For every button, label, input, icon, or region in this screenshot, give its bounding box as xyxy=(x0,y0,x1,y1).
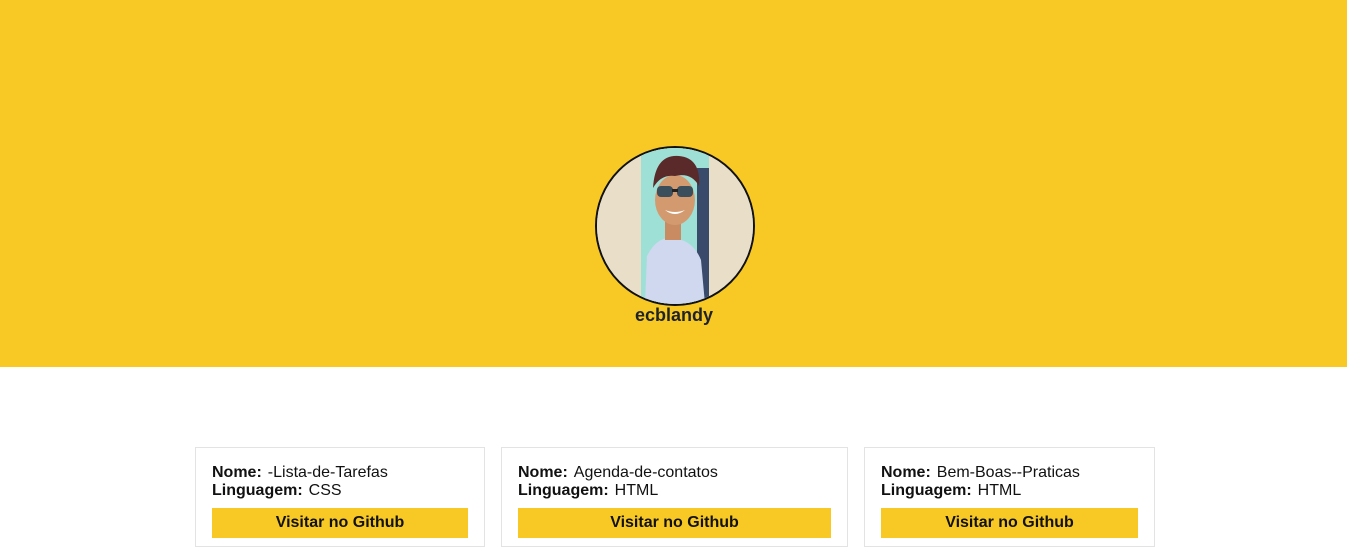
repo-language-label: Linguagem: xyxy=(881,482,972,499)
avatar-photo xyxy=(597,148,753,304)
repo-language-row: Linguagem: HTML xyxy=(881,482,1021,500)
repo-name: Agenda-de-contatos xyxy=(573,464,718,481)
repo-language-label: Linguagem: xyxy=(212,482,303,499)
repo-language: HTML xyxy=(977,482,1022,499)
visit-github-button[interactable]: Visitar no Github xyxy=(518,508,831,538)
repo-name-row: Nome: Bem-Boas--Praticas xyxy=(881,464,1080,482)
repo-language: HTML xyxy=(614,482,659,499)
visit-github-button[interactable]: Visitar no Github xyxy=(881,508,1138,538)
repo-language-label: Linguagem: xyxy=(518,482,609,499)
repo-language: CSS xyxy=(308,482,342,499)
profile-header: ecblandy xyxy=(0,0,1347,367)
repo-language-row: Linguagem: CSS xyxy=(212,482,342,500)
repo-name-row: Nome: -Lista-de-Tarefas xyxy=(212,464,388,482)
repo-name: Bem-Boas--Praticas xyxy=(936,464,1080,481)
repo-card: Nome: Bem-Boas--Praticas Linguagem: HTML V… xyxy=(864,447,1155,547)
repo-name-label: Nome: xyxy=(881,464,931,481)
repo-card: Nome: -Lista-de-Tarefas Linguagem: CSS Vis… xyxy=(195,447,485,547)
repo-name: -Lista-de-Tarefas xyxy=(267,464,388,481)
visit-github-button[interactable]: Visitar no Github xyxy=(212,508,468,538)
repo-card: Nome: Agenda-de-contatos Linguagem: HTML V… xyxy=(501,447,848,547)
username: ecblandy xyxy=(634,305,714,325)
repo-name-label: Nome: xyxy=(212,464,262,481)
repo-language-row: Linguagem: HTML xyxy=(518,482,658,500)
repo-name-label: Nome: xyxy=(518,464,568,481)
repo-name-row: Nome: Agenda-de-contatos xyxy=(518,464,718,482)
avatar xyxy=(595,146,755,306)
